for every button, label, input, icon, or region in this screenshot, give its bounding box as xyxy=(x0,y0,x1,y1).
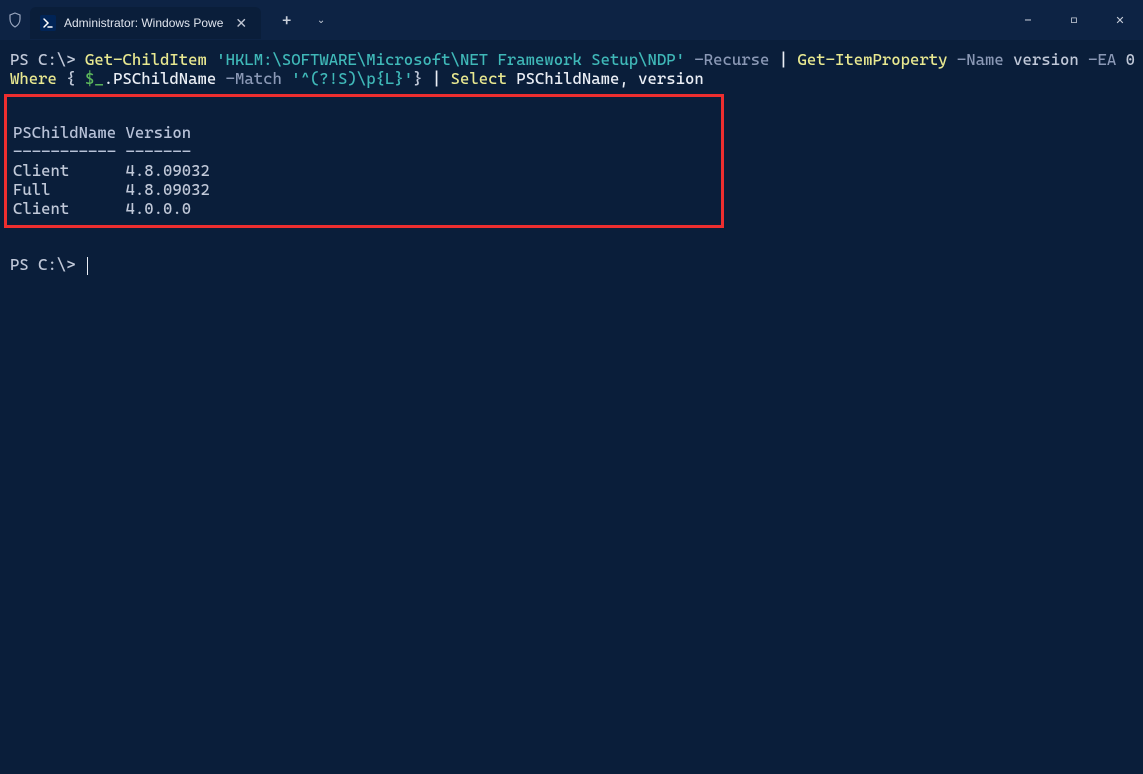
table-header: PSChildName Version xyxy=(13,123,191,142)
cursor xyxy=(87,257,88,275)
table-row: Full 4.8.09032 xyxy=(13,180,210,199)
shield-icon xyxy=(0,0,30,40)
close-icon[interactable]: ✕ xyxy=(231,13,251,34)
prompt-line-cursor: PS C:\> xyxy=(10,255,88,274)
title-bar: Administrator: Windows Powe ✕ + ⌄ — □ ✕ xyxy=(0,0,1143,40)
maximize-button[interactable]: □ xyxy=(1051,0,1097,40)
new-tab-button[interactable]: + xyxy=(269,6,304,34)
prompt-line-1: PS C:\> Get-ChildItem 'HKLM:\SOFTWARE\Mi… xyxy=(10,50,1143,69)
output-highlight-box: PSChildName Version ----------- ------- … xyxy=(4,94,724,227)
minimize-button[interactable]: — xyxy=(1005,0,1051,40)
terminal-content[interactable]: PS C:\> Get-ChildItem 'HKLM:\SOFTWARE\Mi… xyxy=(0,40,1143,285)
table-underline: ----------- ------- xyxy=(13,142,191,161)
window-controls: — □ ✕ xyxy=(1005,0,1143,40)
chevron-down-icon[interactable]: ⌄ xyxy=(306,6,336,34)
powershell-icon xyxy=(40,15,56,31)
terminal-tab[interactable]: Administrator: Windows Powe ✕ xyxy=(30,7,261,39)
table-row: Client 4.0.0.0 xyxy=(13,199,191,218)
table-row: Client 4.8.09032 xyxy=(13,161,210,180)
close-button[interactable]: ✕ xyxy=(1097,0,1143,40)
tab-title: Administrator: Windows Powe xyxy=(64,16,223,30)
prompt-line-2: Where { $_.PSChildName -Match '^(?!S)\p{… xyxy=(10,69,704,88)
tab-area: Administrator: Windows Powe ✕ + ⌄ xyxy=(0,0,336,40)
